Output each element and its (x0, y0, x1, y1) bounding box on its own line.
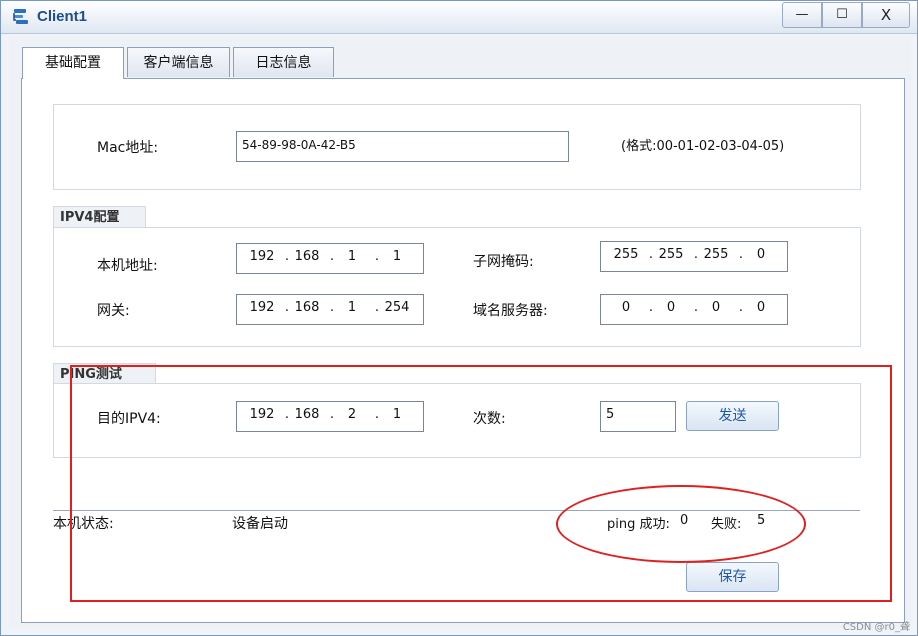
local-ip-octet-4: 1 (392, 249, 402, 264)
minimize-button[interactable]: — (782, 2, 822, 28)
gateway-octet-2: 168 (294, 300, 320, 315)
annotation-rectangle (70, 365, 892, 602)
local-ip-octet-1: 192 (249, 249, 275, 264)
dns-label: 域名服务器: (473, 303, 548, 319)
client-app-icon (13, 9, 28, 24)
local-ip-input[interactable]: 192 . 168 . 1 . 1 (236, 243, 424, 274)
mac-value: 54-89-98-0A-42-B5 (242, 138, 356, 152)
dns-octet-4: 0 (756, 300, 766, 315)
tab-basic-config[interactable]: 基础配置 (22, 47, 124, 79)
ip-dot: . (329, 300, 335, 315)
ip-dot: . (284, 300, 290, 315)
subnet-octet-3: 255 (703, 247, 729, 262)
mac-input[interactable]: 54-89-98-0A-42-B5 (236, 131, 569, 162)
mac-format-hint: (格式:00-01-02-03-04-05) (621, 139, 785, 154)
ip-dot: . (738, 247, 744, 262)
subnet-mask-input[interactable]: 255 . 255 . 255 . 0 (600, 241, 788, 272)
ip-dot: . (693, 247, 699, 262)
gateway-octet-3: 1 (347, 300, 357, 315)
close-button[interactable]: X (862, 2, 910, 28)
ip-dot: . (738, 300, 744, 315)
window-title: Client1 (37, 8, 88, 25)
title-bar[interactable]: Client1 — ☐ X (1, 1, 917, 34)
ip-dot: . (648, 300, 654, 315)
ip-dot: . (284, 249, 290, 264)
subnet-octet-1: 255 (613, 247, 639, 262)
ipv4-section-tab: IPV4配置 (53, 206, 146, 228)
subnet-octet-2: 255 (658, 247, 684, 262)
dns-octet-2: 0 (666, 300, 676, 315)
annotation-ellipse (556, 485, 806, 563)
tab-log-info[interactable]: 日志信息 (233, 47, 334, 77)
dns-octet-1: 0 (621, 300, 631, 315)
ip-dot: . (374, 300, 380, 315)
gateway-octet-1: 192 (249, 300, 275, 315)
local-ip-label: 本机地址: (97, 258, 158, 274)
maximize-button[interactable]: ☐ (822, 2, 862, 28)
ip-dot: . (648, 247, 654, 262)
local-ip-octet-2: 168 (294, 249, 320, 264)
gateway-label: 网关: (97, 303, 130, 319)
local-ip-octet-3: 1 (347, 249, 357, 264)
ip-dot: . (374, 249, 380, 264)
mac-label: Mac地址: (97, 140, 159, 156)
gateway-input[interactable]: 192 . 168 . 1 . 254 (236, 294, 424, 325)
subnet-mask-label: 子网掩码: (473, 254, 534, 270)
dns-input[interactable]: 0 . 0 . 0 . 0 (600, 294, 788, 325)
gateway-octet-4: 254 (384, 300, 410, 315)
tab-client-info[interactable]: 客户端信息 (127, 47, 230, 77)
subnet-octet-4: 0 (756, 247, 766, 262)
ip-dot: . (329, 249, 335, 264)
dns-octet-3: 0 (711, 300, 721, 315)
ip-dot: . (693, 300, 699, 315)
watermark: CSDN @r0_聋 (842, 622, 910, 633)
